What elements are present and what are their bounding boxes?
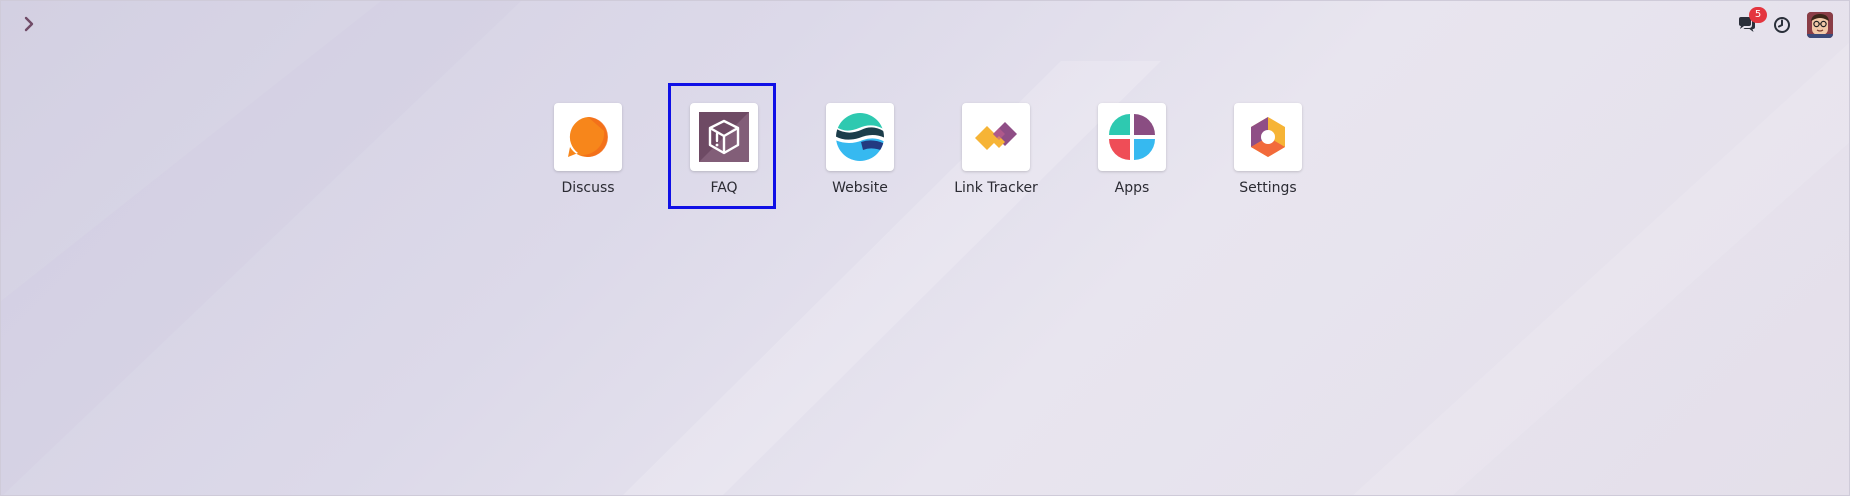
app-website[interactable]: Website bbox=[826, 103, 894, 196]
menu-toggle-button[interactable] bbox=[19, 13, 39, 35]
user-avatar-icon bbox=[1807, 12, 1833, 38]
user-avatar[interactable] bbox=[1807, 12, 1833, 38]
systray: 5 bbox=[1737, 7, 1833, 41]
apps-icon bbox=[1109, 114, 1155, 160]
app-apps[interactable]: Apps bbox=[1098, 103, 1166, 196]
app-tile bbox=[690, 103, 758, 171]
settings-icon bbox=[1251, 117, 1285, 157]
background-decoration bbox=[1, 1, 1849, 495]
chevron-right-icon bbox=[24, 16, 34, 32]
discuss-icon bbox=[568, 117, 608, 157]
top-bar: 5 bbox=[1, 1, 1849, 49]
activity-button[interactable] bbox=[1773, 16, 1791, 34]
app-faq[interactable]: FAQ bbox=[668, 83, 776, 209]
faq-icon bbox=[699, 112, 749, 162]
app-discuss[interactable]: Discuss bbox=[554, 103, 622, 196]
messages-badge: 5 bbox=[1749, 7, 1767, 23]
app-label: Settings bbox=[1239, 180, 1297, 196]
messages-button[interactable]: 5 bbox=[1737, 7, 1767, 34]
app-tile bbox=[826, 103, 894, 171]
link-tracker-icon bbox=[975, 122, 1017, 150]
home-menu: 5 Discuss FAQ Website Link Tracker Apps … bbox=[0, 0, 1850, 496]
app-tile bbox=[1098, 103, 1166, 171]
app-label: Apps bbox=[1114, 180, 1150, 196]
app-tile bbox=[554, 103, 622, 171]
app-link-tracker[interactable]: Link Tracker bbox=[954, 103, 1038, 196]
app-tile bbox=[962, 103, 1030, 171]
website-icon bbox=[836, 113, 884, 161]
app-grid: Discuss FAQ Website Link Tracker Apps Se… bbox=[1, 83, 1849, 209]
app-settings[interactable]: Settings bbox=[1234, 103, 1302, 196]
app-label: Discuss bbox=[561, 180, 615, 196]
app-label: Website bbox=[832, 180, 888, 196]
app-tile bbox=[1234, 103, 1302, 171]
clock-icon bbox=[1774, 17, 1790, 33]
app-label: Link Tracker bbox=[954, 180, 1038, 196]
app-label: FAQ bbox=[710, 180, 738, 196]
